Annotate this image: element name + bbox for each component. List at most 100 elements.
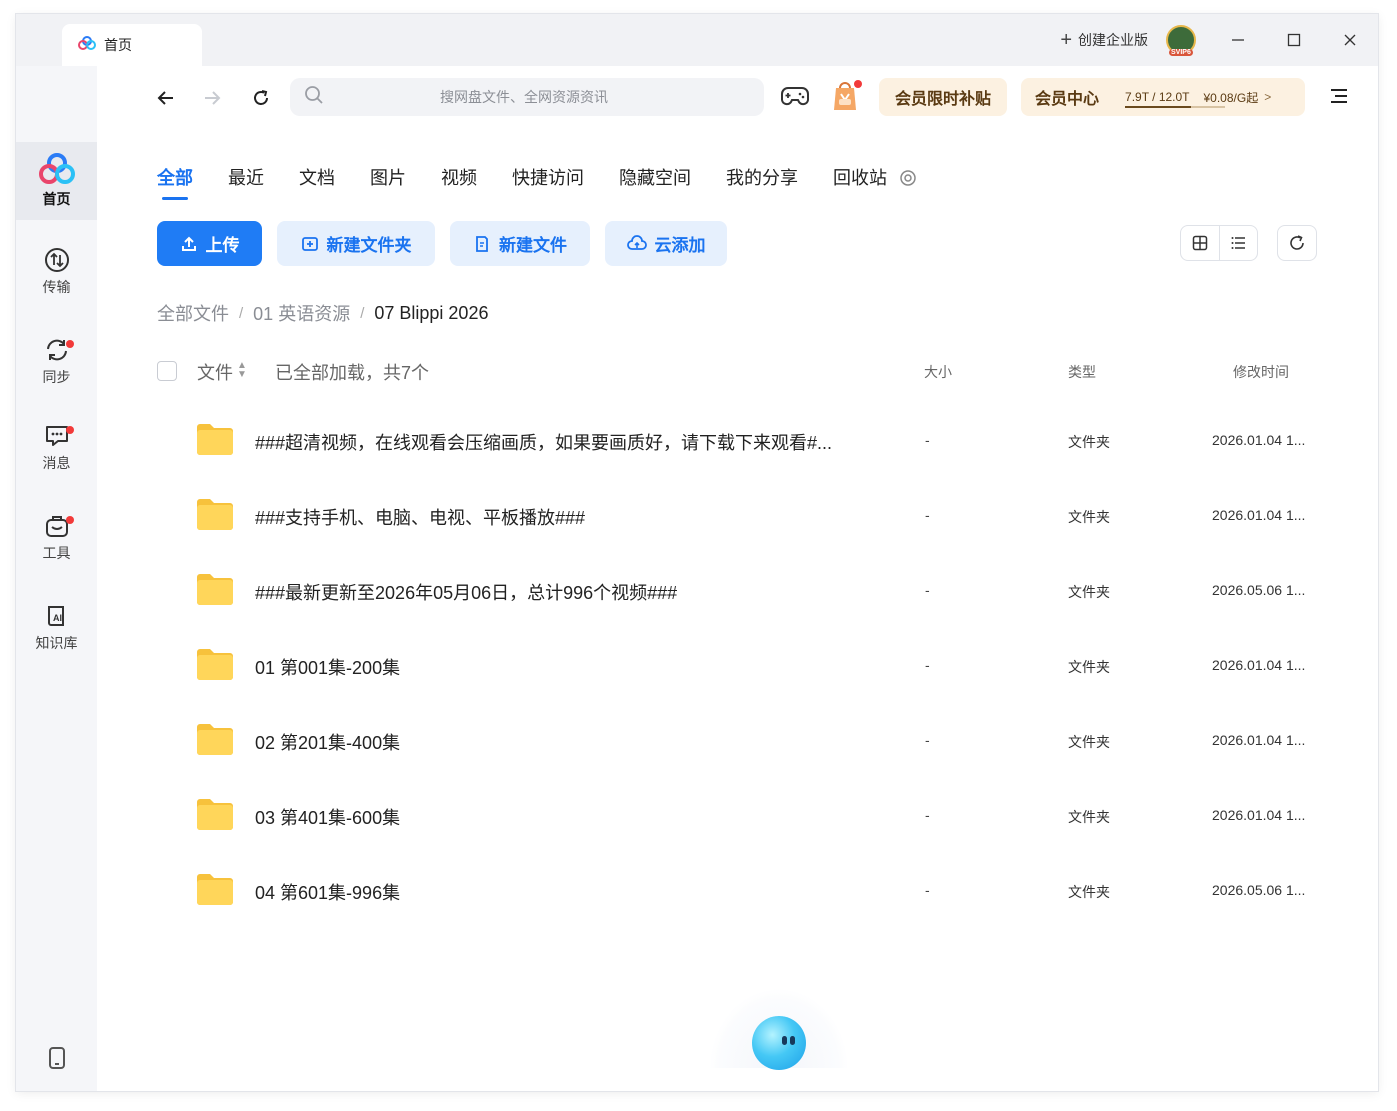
sidebar-item-label: 知识库: [35, 635, 78, 651]
upload-icon: [181, 236, 196, 251]
file-type: 文件夹: [1068, 884, 1110, 900]
avatar[interactable]: SVIP6: [1166, 25, 1196, 56]
search-bar[interactable]: [290, 78, 764, 116]
search-input[interactable]: [324, 79, 764, 115]
new-file-button[interactable]: 新建文件: [450, 221, 590, 266]
tab-quick-access[interactable]: 快捷访问: [512, 164, 584, 190]
menu-button[interactable]: [1328, 86, 1350, 111]
gamepad-icon: [781, 87, 809, 106]
tab-my-shares[interactable]: 我的分享: [726, 164, 798, 190]
refresh-icon: [1290, 235, 1304, 250]
tab-hidden-space[interactable]: 隐藏空间: [619, 164, 691, 190]
plus-icon: +: [1060, 29, 1072, 51]
message-icon: [45, 426, 68, 446]
knowledge-base-icon: AI: [47, 606, 64, 626]
sidebar-item-sync[interactable]: 同步: [16, 322, 97, 402]
list-view-icon: [1231, 237, 1246, 249]
search-icon: [304, 85, 324, 110]
cloud-add-button[interactable]: 云添加: [605, 221, 727, 266]
breadcrumb-item[interactable]: 全部文件: [157, 300, 229, 326]
folder-icon: [195, 496, 235, 537]
file-row[interactable]: 03 第401集-600集 - 文件夹 2026.01.04 1...: [157, 779, 1337, 854]
file-list-header: 文件 ▲ ▼ 已全部加载，共7个 大小 类型 修改时间: [157, 357, 1317, 387]
folder-icon: [195, 871, 235, 912]
new-folder-icon: [301, 236, 318, 251]
file-row[interactable]: ###超清视频，在线观看会压缩画质，如果要画质好，请下载下来观看#... - 文件夹…: [157, 404, 1337, 479]
breadcrumb: 全部文件 / 01 英语资源 / 07 Blippi 2026: [157, 300, 488, 326]
new-file-icon: [476, 235, 488, 252]
maximize-button[interactable]: [1266, 14, 1322, 66]
file-row[interactable]: ###最新更新至2026年05月06日，总计996个视频### - 文件夹 2026.…: [157, 554, 1337, 629]
column-header-size[interactable]: 大小: [924, 362, 952, 382]
column-header-file[interactable]: 文件: [197, 359, 233, 385]
view-toggle: [1180, 225, 1258, 261]
assistant-eye: [790, 1036, 795, 1045]
sidebar-item-transfer[interactable]: 传输: [16, 232, 97, 312]
file-type: 文件夹: [1068, 434, 1110, 450]
file-row[interactable]: 04 第601集-996集 - 文件夹 2026.05.06 1...: [157, 854, 1337, 929]
file-name[interactable]: ###支持手机、电脑、电视、平板播放###: [255, 504, 585, 530]
tab-images[interactable]: 图片: [370, 164, 406, 190]
reload-button[interactable]: [249, 86, 273, 110]
file-size: -: [925, 582, 930, 598]
vip-center-button[interactable]: 会员中心 7.9T / 12.0T ¥0.08/G起 >: [1021, 78, 1305, 116]
file-name[interactable]: 04 第601集-996集: [255, 879, 400, 905]
vip-center-label: 会员中心: [1035, 91, 1100, 108]
app-window: 首页 + 创建企业版 SVIP6 首页 传输 同步 消息 工具 AI 知识库 搜…: [16, 14, 1378, 1091]
sidebar-item-knowledge-base[interactable]: AI 知识库: [16, 588, 97, 668]
target-settings-icon: [900, 170, 916, 186]
forward-button[interactable]: [200, 86, 224, 110]
breadcrumb-current: 07 Blippi 2026: [374, 302, 489, 323]
games-button[interactable]: [780, 84, 810, 113]
column-header-modified[interactable]: 修改时间: [1233, 362, 1289, 382]
arrow-left-icon: [157, 91, 173, 105]
sort-icon[interactable]: ▲ ▼: [237, 361, 247, 380]
close-button[interactable]: [1322, 14, 1378, 66]
refresh-list-button[interactable]: [1277, 225, 1317, 261]
file-name[interactable]: ###最新更新至2026年05月06日，总计996个视频###: [255, 579, 677, 605]
upload-button[interactable]: 上传: [157, 221, 262, 266]
sidebar-item-label: 首页: [42, 191, 71, 207]
new-folder-button[interactable]: 新建文件夹: [277, 221, 435, 266]
file-row[interactable]: ###支持手机、电脑、电视、平板播放### - 文件夹 2026.01.04 1...: [157, 479, 1337, 554]
mobile-device-icon[interactable]: [48, 1046, 66, 1075]
folder-icon: [195, 796, 235, 837]
file-modified-date: 2026.05.06 1...: [1212, 582, 1306, 598]
file-name[interactable]: ###超清视频，在线观看会压缩画质，如果要画质好，请下载下来观看#...: [255, 429, 832, 455]
tab-recycle-bin[interactable]: 回收站: [833, 164, 887, 190]
file-row[interactable]: 01 第001集-200集 - 文件夹 2026.01.04 1...: [157, 629, 1337, 704]
gift-badge-dot: [854, 80, 862, 88]
vip-promo-label: 会员限时补贴: [894, 91, 991, 108]
back-button[interactable]: [154, 86, 178, 110]
minimize-button[interactable]: [1210, 14, 1266, 66]
category-tabs: 全部 最近 文档 图片 视频 快捷访问 隐藏空间 我的分享 回收站: [157, 164, 922, 200]
tab-documents[interactable]: 文档: [299, 164, 335, 190]
sidebar-item-label: 工具: [42, 545, 71, 561]
file-row[interactable]: 02 第201集-400集 - 文件夹 2026.01.04 1...: [157, 704, 1337, 779]
tab-videos[interactable]: 视频: [441, 164, 477, 190]
sidebar-item-messages[interactable]: 消息: [16, 408, 97, 488]
sidebar-item-home[interactable]: 首页: [16, 142, 97, 220]
tab-recent[interactable]: 最近: [228, 164, 264, 190]
tab-home[interactable]: 首页: [62, 24, 202, 66]
file-name[interactable]: 01 第001集-200集: [255, 654, 400, 680]
gift-button[interactable]: [830, 80, 862, 117]
ai-assistant-button[interactable]: [752, 1016, 806, 1070]
storage-price-text: ¥0.08/G起: [1203, 90, 1259, 105]
tab-all[interactable]: 全部: [157, 164, 193, 200]
select-all-checkbox[interactable]: [157, 361, 177, 381]
breadcrumb-item[interactable]: 01 英语资源: [253, 300, 350, 326]
sync-icon: [46, 339, 67, 361]
file-name[interactable]: 02 第201集-400集: [255, 729, 400, 755]
create-enterprise-button[interactable]: + 创建企业版: [1060, 30, 1148, 50]
file-name[interactable]: 03 第401集-600集: [255, 804, 400, 830]
vip-promo-button[interactable]: 会员限时补贴: [879, 78, 1007, 116]
file-size: -: [925, 882, 930, 898]
grid-view-button[interactable]: [1181, 226, 1220, 260]
column-header-type[interactable]: 类型: [1068, 362, 1096, 382]
list-view-button[interactable]: [1220, 226, 1258, 260]
sidebar-item-tools[interactable]: 工具: [16, 498, 97, 578]
new-folder-label: 新建文件夹: [326, 236, 412, 255]
file-size: -: [925, 657, 930, 673]
tab-settings-button[interactable]: [899, 169, 917, 192]
